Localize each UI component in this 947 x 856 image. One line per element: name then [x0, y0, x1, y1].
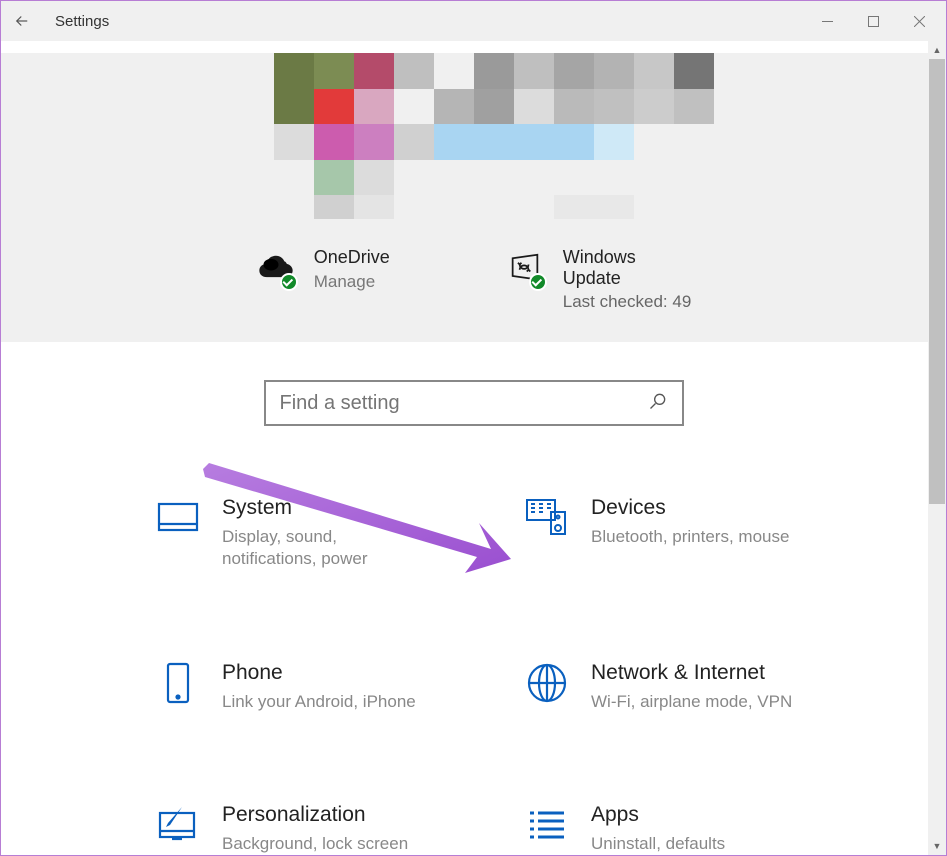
category-apps[interactable]: Apps Uninstall, defaults — [525, 803, 886, 855]
windows-update-tile[interactable]: WindowsUpdate Last checked: 49 — [505, 247, 692, 312]
phone-icon — [156, 661, 200, 705]
settings-window: Settings — [0, 0, 947, 856]
account-tiles-row: OneDrive Manage — [1, 247, 946, 312]
onedrive-tile[interactable]: OneDrive Manage — [256, 247, 390, 312]
category-subtitle: Display, sound, notifications, power — [222, 526, 432, 570]
category-subtitle: Bluetooth, printers, mouse — [591, 526, 789, 548]
category-subtitle: Uninstall, defaults — [591, 833, 725, 855]
titlebar: Settings — [1, 1, 946, 41]
category-title: Network & Internet — [591, 661, 792, 685]
apps-icon — [525, 803, 569, 847]
category-title: Apps — [591, 803, 725, 827]
category-devices[interactable]: Devices Bluetooth, printers, mouse — [525, 496, 886, 570]
check-badge-icon — [529, 273, 547, 291]
system-icon — [156, 496, 200, 540]
category-title: Personalization — [222, 803, 408, 827]
category-title: Devices — [591, 496, 789, 520]
onedrive-icon — [256, 253, 296, 287]
windows-update-subtitle: Last checked: 49 — [563, 292, 692, 312]
maximize-button[interactable] — [850, 5, 896, 37]
check-badge-icon — [280, 273, 298, 291]
minimize-button[interactable] — [804, 5, 850, 37]
account-header-redacted — [234, 53, 714, 195]
category-subtitle: Wi-Fi, airplane mode, VPN — [591, 691, 792, 713]
vertical-scrollbar[interactable]: ▲ ▼ — [928, 41, 946, 855]
scroll-down-button[interactable]: ▼ — [928, 837, 946, 855]
personalization-icon — [156, 803, 200, 847]
search-icon — [648, 391, 668, 416]
onedrive-title: OneDrive — [314, 247, 390, 268]
redacted-extra-row — [234, 195, 714, 219]
category-title: Phone — [222, 661, 416, 685]
category-title: System — [222, 496, 432, 520]
close-button[interactable] — [896, 5, 942, 37]
network-icon — [525, 661, 569, 705]
window-controls — [804, 5, 942, 37]
devices-icon — [525, 496, 569, 540]
content-area: OneDrive Manage — [1, 41, 946, 856]
search-box[interactable] — [264, 380, 684, 426]
category-personalization[interactable]: Personalization Background, lock screen — [156, 803, 517, 855]
category-subtitle: Background, lock screen — [222, 833, 408, 855]
windows-update-title: WindowsUpdate — [563, 247, 692, 288]
window-title: Settings — [55, 13, 109, 30]
back-button[interactable] — [11, 10, 33, 32]
category-phone[interactable]: Phone Link your Android, iPhone — [156, 661, 517, 713]
categories-grid: System Display, sound, notifications, po… — [1, 426, 946, 854]
titlebar-left: Settings — [11, 10, 109, 32]
onedrive-subtitle: Manage — [314, 272, 390, 292]
category-subtitle: Link your Android, iPhone — [222, 691, 416, 713]
header-panel: OneDrive Manage — [1, 53, 946, 342]
windows-update-icon — [505, 253, 545, 287]
search-row — [1, 380, 946, 426]
search-input[interactable] — [280, 392, 620, 415]
category-network[interactable]: Network & Internet Wi-Fi, airplane mode,… — [525, 661, 886, 713]
scroll-up-button[interactable]: ▲ — [928, 41, 946, 59]
scroll-thumb[interactable] — [929, 59, 945, 504]
category-system[interactable]: System Display, sound, notifications, po… — [156, 496, 517, 570]
